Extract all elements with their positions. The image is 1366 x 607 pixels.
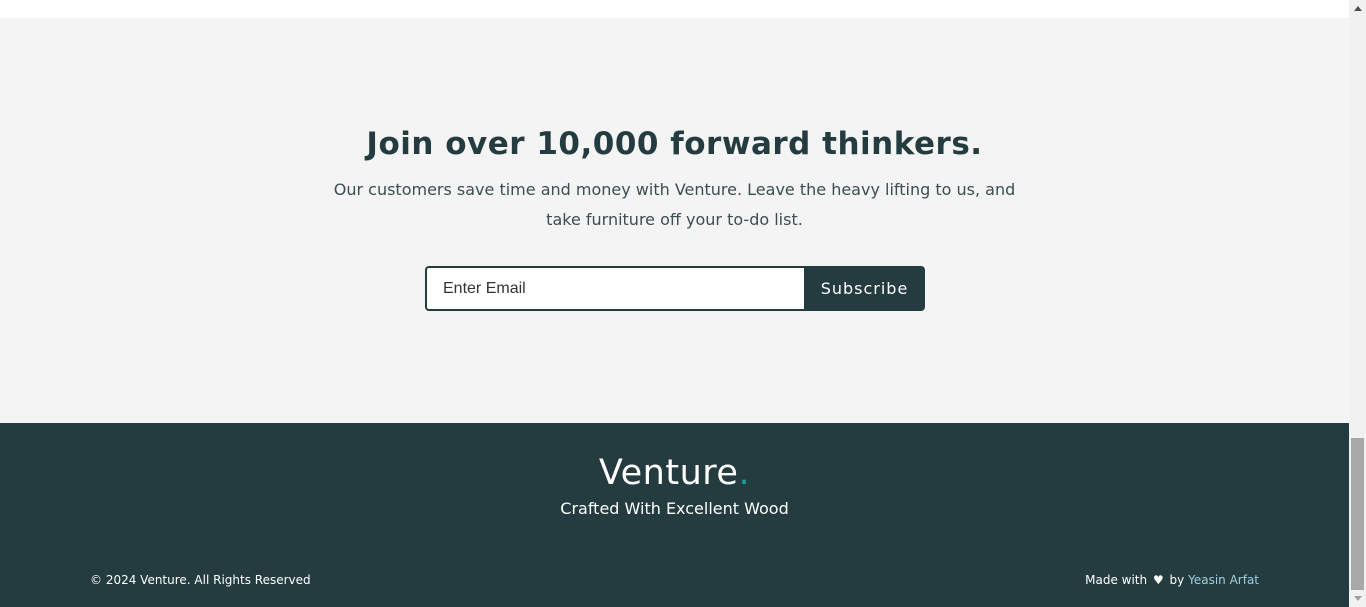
email-input[interactable] — [425, 266, 804, 311]
newsletter-description: Our customers save time and money with V… — [333, 180, 1016, 229]
newsletter-title: Join over 10,000 forward thinkers. — [366, 126, 983, 162]
author-link[interactable]: Yeasin Arfat — [1188, 573, 1259, 587]
made-with-credit: Made with ♥ by Yeasin Arfat — [1085, 573, 1259, 587]
scroll-down-arrow-icon[interactable] — [1349, 590, 1366, 607]
footer-logo[interactable]: Venture. — [0, 453, 1349, 493]
newsletter-form: Subscribe — [425, 266, 925, 311]
heart-icon: ♥ — [1152, 573, 1164, 587]
brand-name: Venture — [598, 453, 739, 493]
subscribe-button[interactable]: Subscribe — [804, 266, 925, 311]
top-strip — [0, 0, 1349, 18]
page: Join over 10,000 forward thinkers. Our c… — [0, 0, 1349, 607]
brand-dot: . — [738, 453, 751, 493]
vertical-scrollbar[interactable] — [1349, 0, 1366, 607]
footer-tagline: Crafted With Excellent Wood — [560, 499, 789, 518]
scrollbar-thumb[interactable] — [1351, 438, 1364, 590]
scroll-up-arrow-icon[interactable] — [1349, 0, 1366, 17]
made-with-prefix: Made with — [1085, 573, 1148, 587]
made-with-by: by — [1169, 573, 1185, 587]
footer: Venture. Crafted With Excellent Wood © 2… — [0, 423, 1349, 607]
newsletter-section: Join over 10,000 forward thinkers. Our c… — [0, 18, 1349, 423]
copyright-text: © 2024 Venture. All Rights Reserved — [90, 573, 311, 587]
